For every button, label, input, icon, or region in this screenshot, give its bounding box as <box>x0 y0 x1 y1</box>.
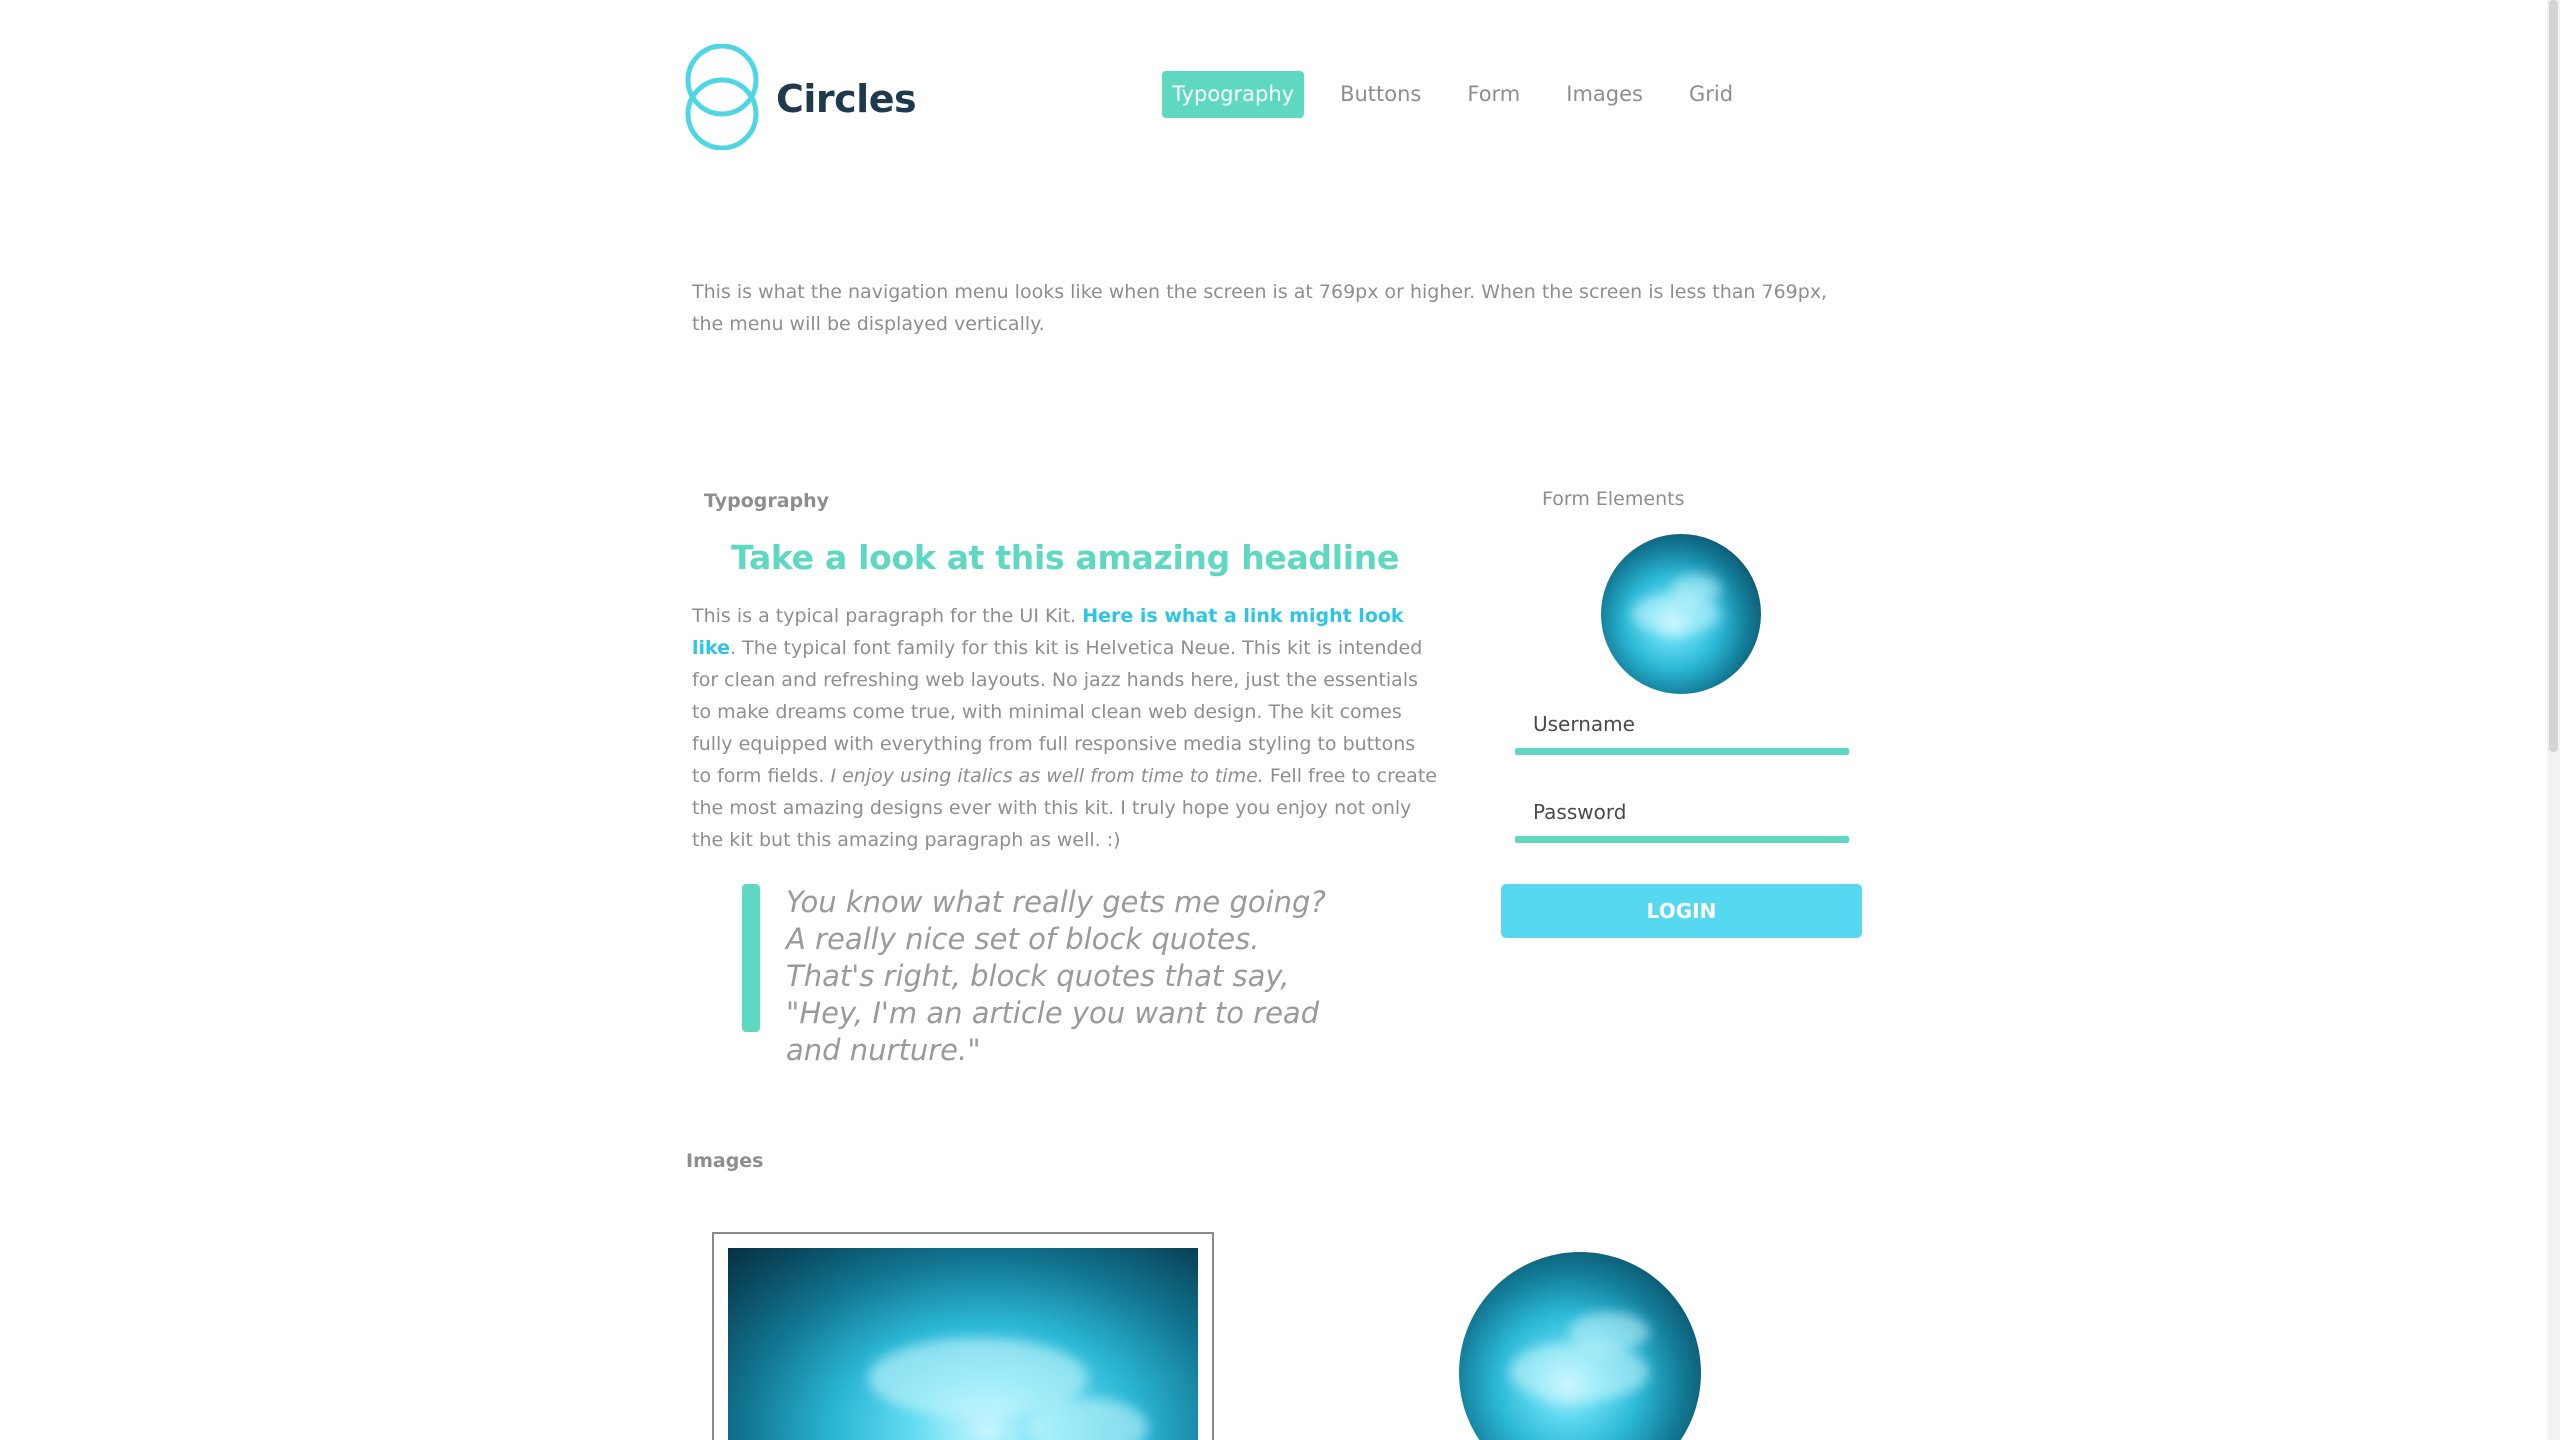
avatar <box>1601 534 1761 694</box>
circular-photo <box>1459 1252 1701 1440</box>
typography-paragraph: This is a typical paragraph for the UI K… <box>692 600 1438 856</box>
italic-text: I enjoy using italics as well from time … <box>830 765 1264 787</box>
wave-photo <box>728 1248 1198 1440</box>
brand-name: Circles <box>776 77 917 121</box>
nav-item-form[interactable]: Form <box>1457 71 1530 118</box>
images-section-label: Images <box>686 1150 764 1172</box>
nav-item-grid[interactable]: Grid <box>1679 71 1743 118</box>
nav-item-images[interactable]: Images <box>1556 71 1653 118</box>
username-underline <box>1515 748 1849 755</box>
typography-section-label: Typography <box>704 490 830 512</box>
page: Circles Typography Buttons Form Images G… <box>0 0 2560 1440</box>
nav-item-buttons[interactable]: Buttons <box>1330 71 1431 118</box>
headline: Take a look at this amazing headline <box>731 538 1400 577</box>
password-placeholder: Password <box>1533 800 1627 824</box>
blockquote: You know what really gets me going? A re… <box>742 884 1362 1067</box>
scrollbar-thumb[interactable] <box>2549 0 2558 752</box>
form-section-label: Form Elements <box>1542 488 1685 510</box>
intro-text: This is what the navigation menu looks l… <box>692 281 1828 335</box>
username-field[interactable]: Username <box>1515 712 1849 762</box>
blockquote-bar <box>742 884 760 1032</box>
brand-logo[interactable]: Circles <box>684 44 917 150</box>
paragraph-start: This is a typical paragraph for the UI K… <box>692 605 1083 627</box>
password-underline <box>1515 836 1849 843</box>
nav-item-typography[interactable]: Typography <box>1162 71 1305 118</box>
password-field[interactable]: Password <box>1515 800 1849 850</box>
framed-photo <box>712 1232 1214 1440</box>
main-nav: Typography Buttons Form Images Grid <box>1162 71 1769 118</box>
blockquote-text: You know what really gets me going? A re… <box>786 885 1326 1067</box>
username-placeholder: Username <box>1533 712 1635 736</box>
login-button[interactable]: LOGIN <box>1501 884 1862 938</box>
page-scrollbar[interactable] <box>2547 0 2560 1440</box>
two-circles-logo-icon <box>685 44 759 150</box>
